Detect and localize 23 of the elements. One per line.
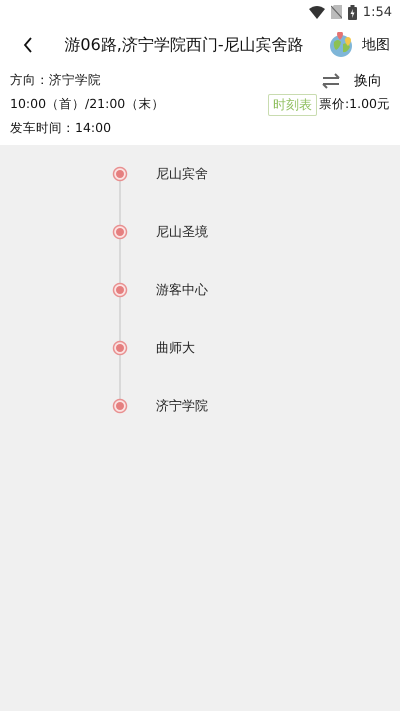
service-hours: 10:00（首）/21:00（末） [10, 96, 164, 113]
departure-time: 发车时间：14:00 [10, 120, 112, 137]
stop-marker-icon [112, 340, 128, 356]
stop-marker-icon [112, 224, 128, 240]
battery-icon [348, 4, 357, 20]
route-title: 游06路,济宁学院西门-尼山宾舍路 [63, 34, 305, 56]
wifi-icon [308, 6, 325, 18]
globe-icon [328, 32, 354, 58]
direction-label: 方向：济宁学院 [10, 72, 101, 89]
fare-label: 票价:1.00元 [318, 96, 390, 113]
stop-name: 济宁学院 [156, 398, 208, 415]
swap-arrows-icon [322, 72, 340, 88]
stop-name: 尼山圣境 [156, 224, 208, 241]
map-button[interactable]: 地图 [328, 32, 390, 58]
stop-name: 曲师大 [156, 340, 195, 357]
status-time: 1:54 [362, 4, 392, 20]
stop-name: 尼山宾舍 [156, 166, 208, 183]
stop-marker-icon [112, 282, 128, 298]
no-sim-icon [330, 5, 342, 19]
stop-name: 游客中心 [156, 282, 208, 299]
swap-direction-button[interactable]: 换向 [322, 72, 390, 90]
stop-marker-icon [112, 166, 128, 182]
stop-marker-icon [112, 398, 128, 414]
